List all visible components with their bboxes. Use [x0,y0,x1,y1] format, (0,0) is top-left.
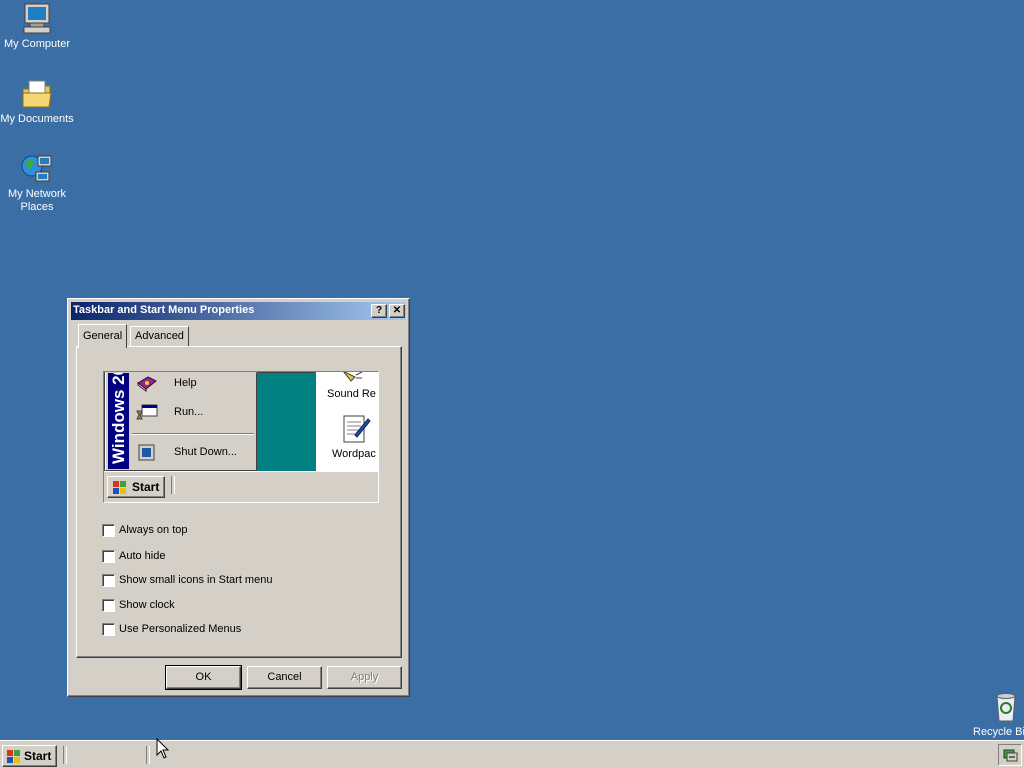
wordpad-icon [341,413,378,448]
network-icon [20,152,54,186]
preview-window-item-wordpad: Wordpac [332,413,378,460]
menu-separator [132,433,254,435]
desktop-icon-label: Recycle Bin [973,726,1024,738]
windows-logo-icon [112,481,128,498]
checkbox[interactable] [102,623,115,636]
checkbox[interactable] [102,599,115,612]
preview-taskbar-grip [171,476,175,494]
tab-label: General [83,330,123,342]
cancel-button[interactable]: Cancel [247,666,322,689]
preview-window-item-label: Sound Re [327,388,376,400]
button-label: Cancel [267,671,302,683]
system-tray [998,744,1022,766]
button-label: Apply [350,671,379,683]
preview-window-item-sound-recorder: Sound Re [327,372,378,400]
recycle-bin-icon [989,690,1023,724]
desktop-icon-my-documents[interactable]: My Documents [0,77,74,126]
checkbox-label: Show clock [119,599,175,611]
desktop-icon-my-computer[interactable]: My Computer [0,2,74,51]
documents-folder-icon [20,77,54,111]
dialog-title: Taskbar and Start Menu Properties [73,304,255,316]
button-label: OK [195,671,212,683]
help-book-icon [136,375,158,393]
tab-advanced[interactable]: Advanced [130,326,189,346]
taskbar: Start [0,740,1024,768]
windows-brand-text: Windows 2000 [109,373,128,464]
tab-label: Advanced [135,330,184,342]
mouse-cursor-icon [156,737,170,760]
shutdown-icon [136,444,158,462]
preview-start-label: Start [132,480,160,494]
menu-item-label: Run... [174,406,204,418]
taskbar-grip[interactable] [146,746,150,764]
preview-taskbar: Start [104,471,378,502]
checkbox-label: Show small icons in Start menu [119,574,273,586]
network-tray-icon[interactable] [1002,747,1018,766]
desktop-icon-label: My Computer [3,38,71,50]
preview-start-menu: Windows 2000 Help Run... Shut Down... [105,372,257,471]
dialog-titlebar[interactable]: Taskbar and Start Menu Properties ? ✕ [71,302,406,320]
checkbox-label: Use Personalized Menus [119,623,242,635]
preview-window-item-label: Wordpac [332,448,376,460]
help-button[interactable]: ? [371,304,387,318]
preview-menu-item-help: Help [134,373,254,395]
close-icon: ✕ [392,305,402,316]
start-label: Start [24,749,52,763]
tab-general[interactable]: General [78,324,128,348]
taskbar-properties-dialog: Taskbar and Start Menu Properties ? ✕ Ge… [67,298,410,697]
taskbar-grip[interactable] [63,746,67,764]
preview-start-menu-band: Windows 2000 [108,373,129,469]
apply-button[interactable]: Apply [327,666,402,689]
checkbox[interactable] [102,550,115,563]
start-button[interactable]: Start [2,745,57,767]
sound-recorder-icon [341,372,378,388]
preview-menu-item-run: Run... [134,402,254,424]
desktop-icon-my-network-places[interactable]: My Network Places [0,152,74,214]
checkbox-label: Always on top [119,524,188,536]
ok-button[interactable]: OK [165,665,242,690]
taskbar-preview: Windows 2000 Help Run... Shut Down... So… [103,371,379,503]
windows-logo-icon [6,750,22,767]
close-button[interactable]: ✕ [389,304,405,318]
preview-start-button: Start [107,476,165,498]
desktop-icon-label: My Network Places [7,188,67,213]
computer-icon [20,2,54,36]
general-tab-panel: Windows 2000 Help Run... Shut Down... So… [76,346,402,658]
checkbox[interactable] [102,524,115,537]
menu-item-label: Shut Down... [174,446,237,458]
checkbox-label: Auto hide [119,550,166,562]
desktop-icon-label: My Documents [0,113,74,125]
preview-menu-item-shutdown: Shut Down... [134,442,254,464]
run-icon [136,404,158,422]
desktop-icon-recycle-bin[interactable]: Recycle Bin [964,690,1024,739]
menu-item-label: Help [174,377,197,389]
checkbox[interactable] [102,574,115,587]
